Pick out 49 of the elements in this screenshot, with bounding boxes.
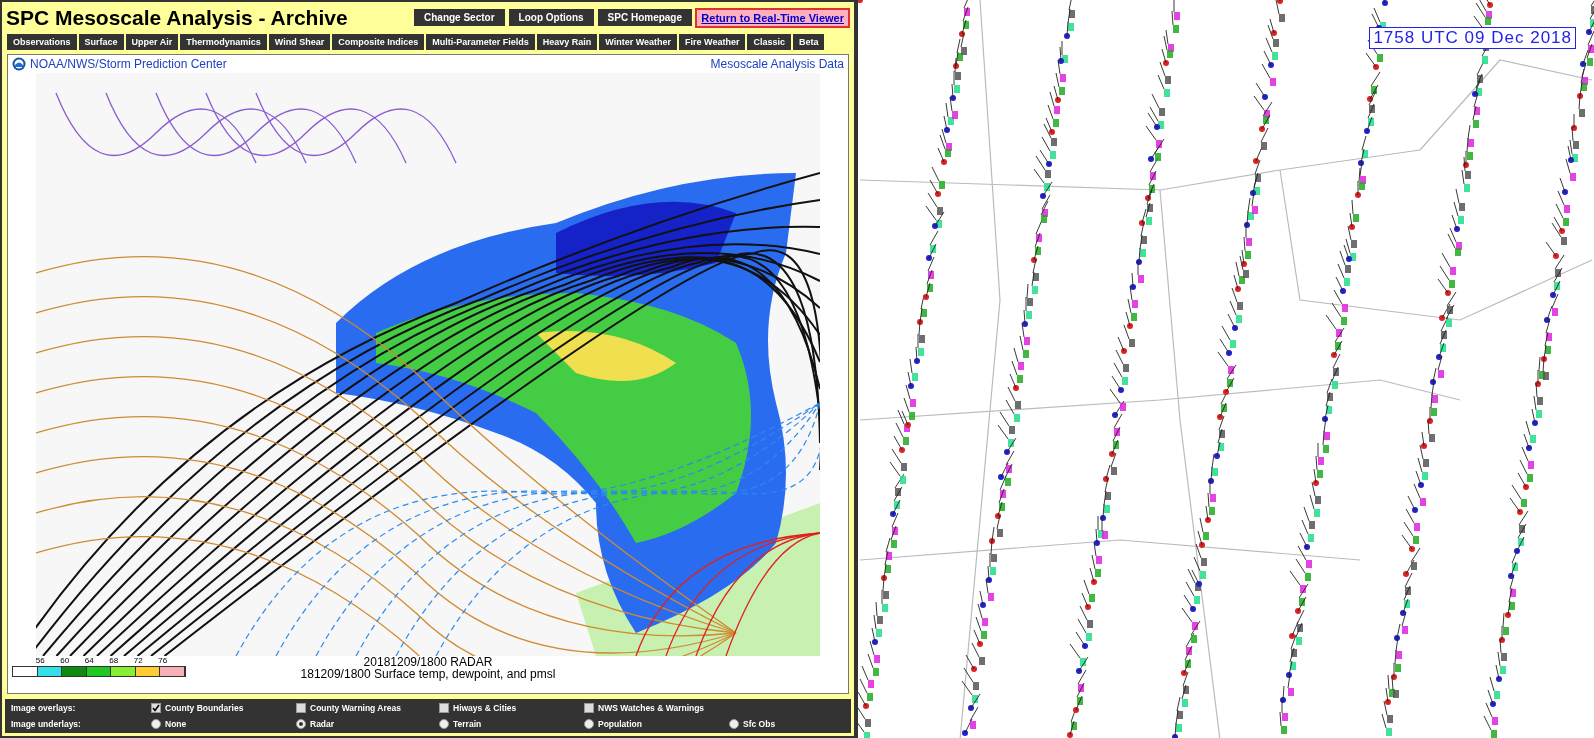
nav-tab[interactable]: Winter Weather	[599, 34, 678, 50]
page-title: SPC Mesoscale Analysis - Archive	[6, 5, 349, 30]
legend-label: 64	[83, 656, 95, 665]
radio-label: Terrain	[453, 719, 482, 729]
agency-logo-icon	[12, 57, 26, 71]
return-link[interactable]: Return to Real-Time Viewer	[695, 7, 850, 28]
checkbox[interactable]	[296, 703, 306, 713]
radio-button[interactable]	[584, 719, 594, 729]
checkbox[interactable]	[439, 703, 449, 713]
radio-button[interactable]	[296, 719, 306, 729]
legend-label: 76	[157, 656, 169, 665]
nav-tab[interactable]: Wind Shear	[268, 34, 331, 50]
radio-button[interactable]	[729, 719, 739, 729]
timestamp-label: 1758 UTC 09 Dec 2018	[1369, 27, 1576, 49]
overlays-label: Image overlays:	[11, 703, 77, 713]
nav-tab[interactable]: Heavy Rain	[536, 34, 598, 50]
header-button[interactable]: Change Sector	[414, 9, 505, 26]
nav-tab[interactable]: Thermodynamics	[180, 34, 267, 50]
nav-tab[interactable]: Classic	[747, 34, 791, 50]
underlays-label: Image underlays:	[11, 719, 82, 729]
map-caption: 181209/1800 Surface temp, dewpoint, and pmsl	[300, 668, 556, 680]
radio-label: None	[165, 719, 187, 729]
checkbox-label: Hiways & Cities	[453, 703, 517, 713]
source-label: NOAA/NWS/Storm Prediction Center	[30, 57, 227, 71]
checkbox-label: NWS Watches & Warnings	[598, 703, 705, 713]
nav-tab[interactable]: Observations	[7, 34, 77, 50]
legend-label: 56	[34, 656, 46, 665]
nav-tab[interactable]: Fire Weather	[679, 34, 746, 50]
checkbox-label: County Boundaries	[165, 703, 244, 713]
radio-label: Sfc Obs	[743, 719, 776, 729]
checkbox-label: County Warning Areas	[310, 703, 401, 713]
radio-button[interactable]	[151, 719, 161, 729]
radio-label: Radar	[310, 719, 335, 729]
radar-caption: 20181209/1800 RADAR	[363, 656, 493, 668]
checkbox[interactable]	[151, 703, 161, 713]
radio-button[interactable]	[439, 719, 449, 729]
nav-tab[interactable]: Surface	[78, 34, 124, 50]
header-button[interactable]: SPC Homepage	[597, 9, 693, 26]
header-button[interactable]: Loop Options	[508, 9, 594, 26]
nav-tab[interactable]: Beta	[792, 34, 825, 50]
data-title: Mesoscale Analysis Data	[710, 57, 844, 71]
nav-tab[interactable]: Composite Indices	[332, 34, 425, 50]
radio-label: Population	[598, 719, 642, 729]
legend-label: 68	[108, 656, 120, 665]
checkbox[interactable]	[584, 703, 594, 713]
nav-tab[interactable]: Multi-Parameter Fields	[426, 34, 535, 50]
legend-label: 60	[59, 656, 71, 665]
legend-label: 72	[132, 656, 144, 665]
nav-tab[interactable]: Upper Air	[125, 34, 179, 50]
